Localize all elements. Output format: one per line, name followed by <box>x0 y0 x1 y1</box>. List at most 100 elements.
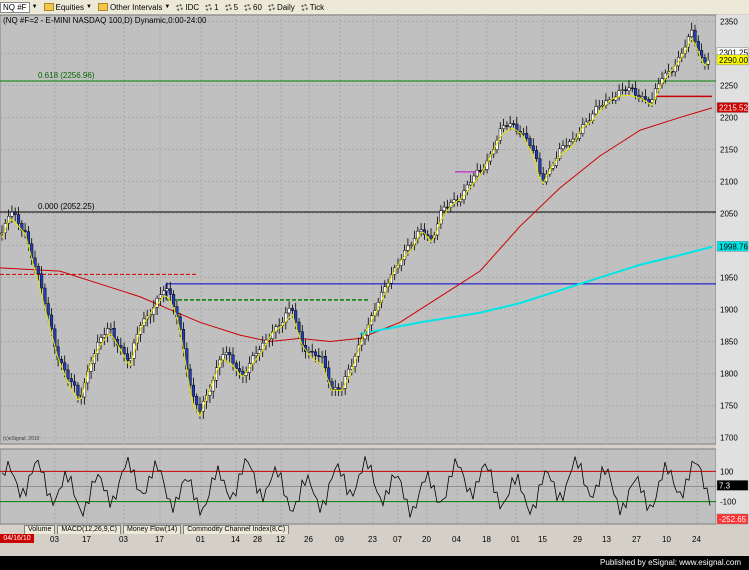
tab-cci[interactable]: Commodity Channel Index(8,C) <box>183 525 290 534</box>
cci-tick-label: -100 <box>720 498 737 507</box>
candle-up <box>442 206 446 212</box>
interval-tick-button[interactable]: Tick <box>300 3 324 12</box>
candle-up <box>571 138 575 142</box>
day-label: 24 <box>692 535 701 544</box>
candle-down <box>172 294 176 307</box>
candle-down <box>643 96 648 100</box>
price-tick-label: 1900 <box>720 306 738 315</box>
candle-up <box>307 350 311 353</box>
interval-5-label: 5 <box>233 2 239 12</box>
candle-down <box>228 352 232 356</box>
candle-down <box>634 88 638 96</box>
candle-down <box>323 355 327 369</box>
day-label: 20 <box>422 535 431 544</box>
price-tick-label: 2050 <box>720 209 738 218</box>
price-chart[interactable]: 2350230022502200215021002050200019501900… <box>0 14 749 544</box>
candle-down <box>297 321 301 332</box>
candle-up <box>594 106 598 115</box>
chevron-down-icon[interactable]: ▼ <box>32 4 38 10</box>
tab-money-flow[interactable]: Money Flow(14) <box>123 525 182 534</box>
gear-icon <box>205 3 213 11</box>
day-label: 01 <box>196 535 205 544</box>
candle-up <box>597 105 601 108</box>
day-label: 13 <box>602 535 611 544</box>
day-label: 18 <box>482 535 491 544</box>
cci-badge-label: -252.65 <box>719 515 747 524</box>
price-tick-label: 2150 <box>720 145 738 154</box>
candle-down <box>528 138 532 147</box>
candle-down <box>43 287 47 304</box>
candle-up <box>102 334 106 338</box>
interval-daily-button[interactable]: Daily <box>267 3 295 12</box>
price-tick-label: 1850 <box>720 338 738 347</box>
candle-down <box>538 158 542 174</box>
day-label: 26 <box>304 535 313 544</box>
gear-icon <box>224 3 232 11</box>
candle-up <box>409 244 413 247</box>
price-tick-label: 1700 <box>720 434 738 443</box>
candle-down <box>191 384 195 397</box>
price-badge-label: 1998.76 <box>719 242 748 251</box>
day-label: 12 <box>276 535 285 544</box>
interval-60-label: 60 <box>253 2 262 12</box>
candle-up <box>564 145 568 147</box>
candle-up <box>627 87 631 92</box>
candle-down <box>23 229 27 232</box>
interval-60-button[interactable]: 60 <box>244 3 262 12</box>
candle-up <box>640 96 644 99</box>
candle-down <box>337 387 341 390</box>
cci-badge-label: 7.3 <box>719 481 731 490</box>
candle-down <box>531 145 535 151</box>
symbol-field[interactable]: NQ #F ▼ <box>0 1 38 13</box>
candle-down <box>234 362 238 369</box>
esignal-window: NQ #F ▼ Equities ▼ Other Intervals ▼ IDC… <box>0 0 749 570</box>
candle-down <box>63 362 67 371</box>
candle-up <box>287 308 291 314</box>
candle-down <box>535 150 539 159</box>
gear-icon <box>300 3 308 11</box>
intervals-label: Other Intervals <box>109 2 163 12</box>
candle-down <box>310 350 314 353</box>
candle-down <box>294 310 298 323</box>
candle-up <box>106 328 110 336</box>
price-badge-label: 2290.00 <box>719 56 748 65</box>
candle-down <box>59 359 63 363</box>
day-label: 04 <box>452 535 461 544</box>
price-tick-label: 2250 <box>720 81 738 90</box>
candle-up <box>502 125 506 129</box>
candle-down <box>76 384 80 396</box>
candle-down <box>478 170 483 172</box>
chevron-down-icon: ▼ <box>164 4 171 10</box>
candle-up <box>521 133 525 135</box>
day-label: 03 <box>119 535 128 544</box>
interval-5-button[interactable]: 5 <box>224 2 239 12</box>
day-label: 28 <box>253 535 262 544</box>
chart-area: 2350230022502200215021002050200019501900… <box>0 14 749 544</box>
candle-down <box>511 123 516 125</box>
candle-up <box>99 337 103 343</box>
idc-button[interactable]: IDC <box>176 3 199 12</box>
candle-down <box>16 214 21 224</box>
gear-icon <box>176 3 184 11</box>
candle-down <box>238 368 242 372</box>
candle-down <box>231 354 235 364</box>
price-badge-label: 2215.52 <box>719 104 748 113</box>
candle-up <box>320 355 324 358</box>
candle-up <box>224 352 228 355</box>
candle-up <box>601 104 605 107</box>
tab-macd[interactable]: MACD(12,26,9,C) <box>57 525 121 534</box>
intervals-menu[interactable]: Other Intervals ▼ <box>97 2 171 12</box>
day-label: 15 <box>538 535 547 544</box>
tab-volume[interactable]: Volume <box>24 525 56 534</box>
equities-menu[interactable]: Equities ▼ <box>43 3 92 12</box>
candle-down <box>46 303 50 316</box>
interval-1-button[interactable]: 1 <box>205 3 219 12</box>
symbol-input[interactable]: NQ #F <box>0 1 30 13</box>
candle-down <box>445 206 450 209</box>
candle-down <box>69 378 73 382</box>
day-label: 17 <box>155 535 164 544</box>
candle-down <box>313 351 318 356</box>
candle-up <box>109 327 113 330</box>
candle-down <box>290 308 294 311</box>
candle-down <box>630 87 634 90</box>
